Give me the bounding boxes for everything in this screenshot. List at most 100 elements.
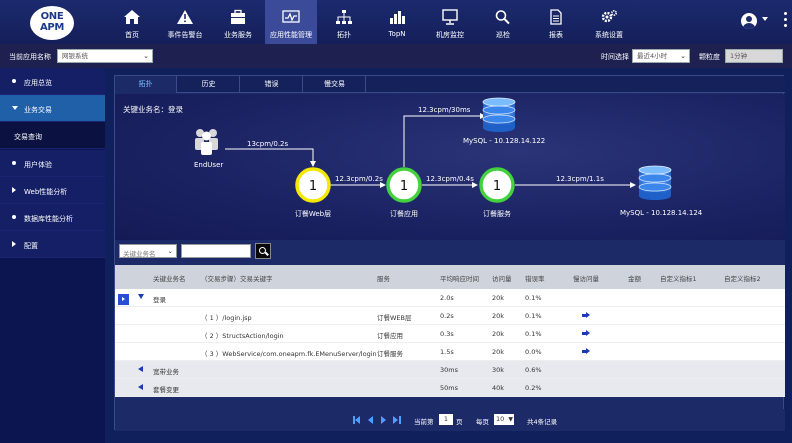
filter-field-value: 关键业务名 — [123, 250, 156, 258]
chevron-down-icon: ⌄ — [143, 52, 149, 60]
sidebar-item-overview[interactable]: 应用总览 — [0, 68, 105, 95]
total-records: 共4条记录 — [527, 418, 558, 426]
user-menu-caret-icon[interactable] — [762, 17, 768, 21]
sidebar-item-label: 交易查询 — [14, 133, 42, 141]
prev-page-icon[interactable] — [367, 416, 375, 424]
nav-item-apm[interactable]: 应用性能管理 — [265, 0, 317, 44]
table-header: 关键业务名 （交易步骤）交易关键字 服务 平均响应时间 访问量 错误率 慢访问量… — [115, 265, 785, 289]
last-page-icon[interactable] — [393, 416, 401, 424]
enduser-group-icon[interactable] — [195, 129, 218, 155]
tab-errors[interactable]: 错误 — [241, 76, 303, 93]
arrow-right-icon[interactable] — [582, 348, 590, 354]
nav-item-settings[interactable]: 系统设置 — [583, 0, 635, 44]
tab-history[interactable]: 历史 — [178, 76, 240, 93]
edge-label: 12.3cpm/0.2s — [335, 175, 383, 183]
nav-item-inspection[interactable]: 巡检 — [477, 0, 529, 44]
cell-visits: 40k — [492, 384, 505, 392]
oneapm-logo[interactable]: ONE APM — [30, 6, 74, 40]
page-number-input[interactable]: 1 — [439, 414, 453, 425]
display-icon — [442, 9, 458, 25]
search-icon-handle — [265, 251, 269, 256]
nav-label: 机房监控 — [436, 31, 464, 39]
logo-line2: APM — [39, 22, 65, 33]
sidebar-item-config[interactable]: 配置 — [0, 231, 105, 258]
nav-item-datacenter[interactable]: 机房监控 — [424, 0, 476, 44]
table-row[interactable]: （ 3 ）WebService/com.oneapm.fk.EMenuServe… — [115, 343, 785, 361]
table-row[interactable]: 宽带业务 30ms 30k 0.6% — [115, 361, 785, 379]
nav-item-reports[interactable]: 报表 — [530, 0, 582, 44]
caret-down-icon[interactable] — [138, 294, 144, 299]
time-range-select[interactable]: 最近4小时 ⌄ — [632, 49, 690, 63]
granularity-field[interactable]: 1分钟 — [725, 49, 783, 63]
page-size-value: 10 — [496, 415, 505, 423]
caret-left-icon[interactable] — [138, 366, 143, 372]
nav-item-alerts[interactable]: 事件告警台 — [159, 0, 211, 44]
bullet-icon — [12, 161, 16, 165]
nav-label: TopN — [388, 30, 406, 38]
tab-slow-transactions[interactable]: 慢交易 — [304, 76, 366, 93]
cell-avg: 2.0s — [440, 294, 454, 302]
cell-keyword: （ 2 ）StructsAction/login — [201, 332, 284, 340]
expand-row-button[interactable] — [118, 294, 129, 305]
arrow-right-icon[interactable] — [582, 330, 590, 336]
table-row[interactable]: （ 1 ）/login.jsp 订餐WEB层 0.2s 20k 0.1% — [115, 307, 785, 325]
nav-item-business[interactable]: 业务服务 — [212, 0, 264, 44]
filter-search-input[interactable] — [181, 244, 251, 258]
sidebar-item-label: 业务交易 — [24, 106, 52, 114]
database-icon[interactable] — [482, 97, 516, 132]
column-header: 错误率 — [525, 275, 545, 283]
database-icon[interactable] — [638, 165, 672, 200]
node-label: 订餐Web层 — [295, 209, 331, 218]
caret-left-icon[interactable] — [138, 384, 143, 390]
search-button[interactable] — [255, 243, 271, 259]
node-app[interactable]: 1 — [386, 167, 422, 203]
sidebar-item-user-experience[interactable]: 用户体验 — [0, 150, 105, 177]
node-count: 1 — [309, 179, 317, 194]
nav-label: 报表 — [549, 31, 563, 39]
sidebar-item-label: 数据库性能分析 — [24, 215, 73, 223]
edge-label: 12.3cpm/30ms — [418, 106, 471, 114]
nav-item-topology[interactable]: 拓扑 — [318, 0, 370, 44]
first-page-icon[interactable] — [353, 416, 361, 424]
more-options-icon[interactable] — [784, 12, 788, 30]
granularity-label: 颗粒度 — [699, 53, 720, 61]
column-header: 自定义指标2 — [724, 275, 761, 283]
column-header: 访问量 — [492, 275, 512, 283]
nav-label: 巡检 — [496, 31, 510, 39]
arrow-right-icon[interactable] — [582, 312, 590, 318]
tab-bar: 拓扑 历史 错误 慢交易 — [115, 76, 785, 93]
home-icon — [124, 10, 140, 24]
cell-name: 宽带业务 — [153, 368, 179, 376]
edge-label: 12.3cpm/1.1s — [556, 175, 604, 183]
nav-label: 拓扑 — [337, 31, 351, 39]
sidebar-item-database-performance[interactable]: 数据库性能分析 — [0, 204, 105, 231]
cell-avg: 0.2s — [440, 312, 454, 320]
filter-field-select[interactable]: 关键业务名 ⌄ — [119, 244, 177, 258]
node-web-layer[interactable]: 1 — [295, 167, 331, 203]
chevron-down-icon: ⌄ — [167, 247, 173, 255]
next-page-icon[interactable] — [380, 416, 388, 424]
cell-error-rate: 0.1% — [525, 312, 542, 320]
enduser-label: EndUser — [194, 161, 223, 169]
database-label: MySQL - 10.128.14.124 — [620, 209, 703, 217]
table-row[interactable]: 套餐变更 50ms 40k 0.2% — [115, 379, 785, 397]
transaction-panel: 拓扑 历史 错误 慢交易 关键业务名：登录 13cpm/0.2s 12.3cpm… — [114, 75, 785, 431]
sidebar-item-transaction-query[interactable]: 交易查询 — [0, 122, 105, 149]
column-header: 金额 — [628, 275, 641, 283]
app-name-select[interactable]: 网银系统 ⌄ — [57, 49, 153, 63]
table-row[interactable]: （ 2 ）StructsAction/login 订餐应用 0.3s 20k 0… — [115, 325, 785, 343]
tab-topology[interactable]: 拓扑 — [115, 76, 177, 93]
nav-item-home[interactable]: 首页 — [106, 0, 158, 44]
sidebar-item-business-transactions[interactable]: 业务交易 — [0, 95, 105, 122]
sidebar-item-label: 用户体验 — [24, 161, 52, 169]
sidebar-item-web-performance[interactable]: Web性能分析 — [0, 177, 105, 204]
report-icon — [550, 9, 562, 25]
cell-avg: 30ms — [440, 366, 458, 374]
table-row[interactable]: 登录 2.0s 20k 0.1% — [115, 289, 785, 307]
user-avatar-icon[interactable] — [741, 13, 757, 29]
column-header: 关键业务名 — [153, 275, 186, 283]
node-service[interactable]: 1 — [479, 167, 515, 203]
filter-header-bar: 当前应用名称 网银系统 ⌄ 时间选择 最近4小时 ⌄ 颗粒度 1分钟 — [0, 44, 792, 68]
page-size-select[interactable]: 10 ▼ — [494, 414, 514, 425]
nav-item-topn[interactable]: TopN — [371, 0, 423, 44]
